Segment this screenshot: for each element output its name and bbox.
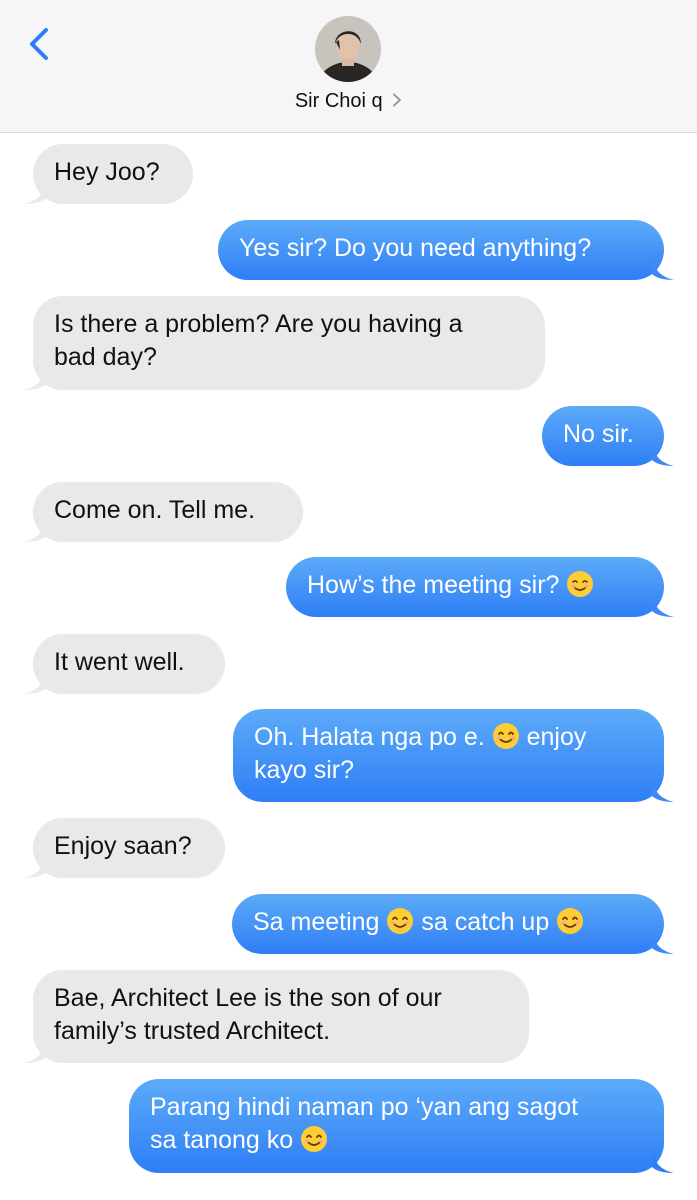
smiling-face-icon [492, 723, 519, 749]
relieved-face-icon [567, 571, 594, 597]
bubble-tail [24, 672, 46, 694]
bubble-tail [24, 520, 46, 542]
smiling-face-icon [387, 908, 414, 934]
message-text: enjoy [526, 723, 587, 751]
message-text: Bae, Architect Lee is the son of our [54, 984, 442, 1012]
bubble-tail [24, 856, 46, 878]
incoming-message-bubble[interactable]: Hey Joo? [33, 144, 193, 204]
message-text: kayo sir? [254, 756, 355, 784]
message-text: Parang hindi naman po ‘yan ang sagot [150, 1093, 579, 1121]
message-text: sa tanong ko [150, 1126, 294, 1154]
outgoing-message-bubble[interactable]: No sir. [542, 406, 664, 466]
bubble-tail [24, 1041, 46, 1063]
contact-name-button[interactable]: Sir Choi q [0, 90, 697, 113]
bubble-tail [24, 368, 46, 390]
message-text: Hey Joo? [54, 158, 160, 186]
message-text: Come on. Tell me. [54, 496, 256, 524]
message-text: sa catch up [421, 908, 550, 936]
message-text: Sa meeting [253, 908, 380, 936]
smiling-face-icon [557, 908, 584, 934]
chevron-right-icon [393, 93, 402, 107]
bubble-tail [652, 258, 674, 280]
bubble-tail [24, 182, 46, 204]
message-text: Yes sir? Do you need anything? [239, 234, 592, 262]
incoming-message-bubble[interactable]: Is there a problem? Are you having a bad… [33, 296, 545, 390]
incoming-message-bubble[interactable]: Bae, Architect Lee is the son of our fam… [33, 970, 529, 1063]
smiling-face-icon [301, 1126, 328, 1152]
outgoing-message-bubble[interactable]: Parang hindi naman po ‘yan ang sagot sa … [129, 1079, 664, 1173]
message-text: Is there a problem? Are you having a [54, 310, 463, 338]
outgoing-message-bubble[interactable]: Oh. Halata nga po e. enjoy kayo sir? [233, 709, 664, 802]
incoming-message-bubble[interactable]: Enjoy saan? [33, 818, 225, 878]
back-button[interactable] [20, 22, 60, 66]
message-text: bad day? [54, 343, 157, 371]
outgoing-message-bubble[interactable]: Sa meeting sa catch up [232, 894, 664, 954]
bubble-tail [652, 780, 674, 802]
bubble-tail [652, 444, 674, 466]
bubble-tail [652, 595, 674, 617]
conversation-header: Sir Choi q [0, 0, 697, 133]
contact-name: Sir Choi q [294, 90, 383, 112]
outgoing-message-bubble[interactable]: How’s the meeting sir? [286, 557, 664, 617]
chevron-left-icon [30, 28, 48, 60]
message-text: Enjoy saan? [54, 832, 192, 860]
bubble-tail [652, 932, 674, 954]
contact-avatar[interactable] [315, 16, 381, 82]
message-text: family’s trusted Architect. [54, 1017, 331, 1045]
message-text: No sir. [563, 420, 634, 448]
message-text: How’s the meeting sir? [307, 571, 560, 599]
message-text: Oh. Halata nga po e. [254, 723, 485, 751]
incoming-message-bubble[interactable]: Come on. Tell me. [33, 482, 303, 542]
message-text: It went well. [54, 648, 185, 676]
outgoing-message-bubble[interactable]: Yes sir? Do you need anything? [218, 220, 664, 280]
incoming-message-bubble[interactable]: It went well. [33, 634, 225, 694]
bubble-tail [652, 1151, 674, 1173]
